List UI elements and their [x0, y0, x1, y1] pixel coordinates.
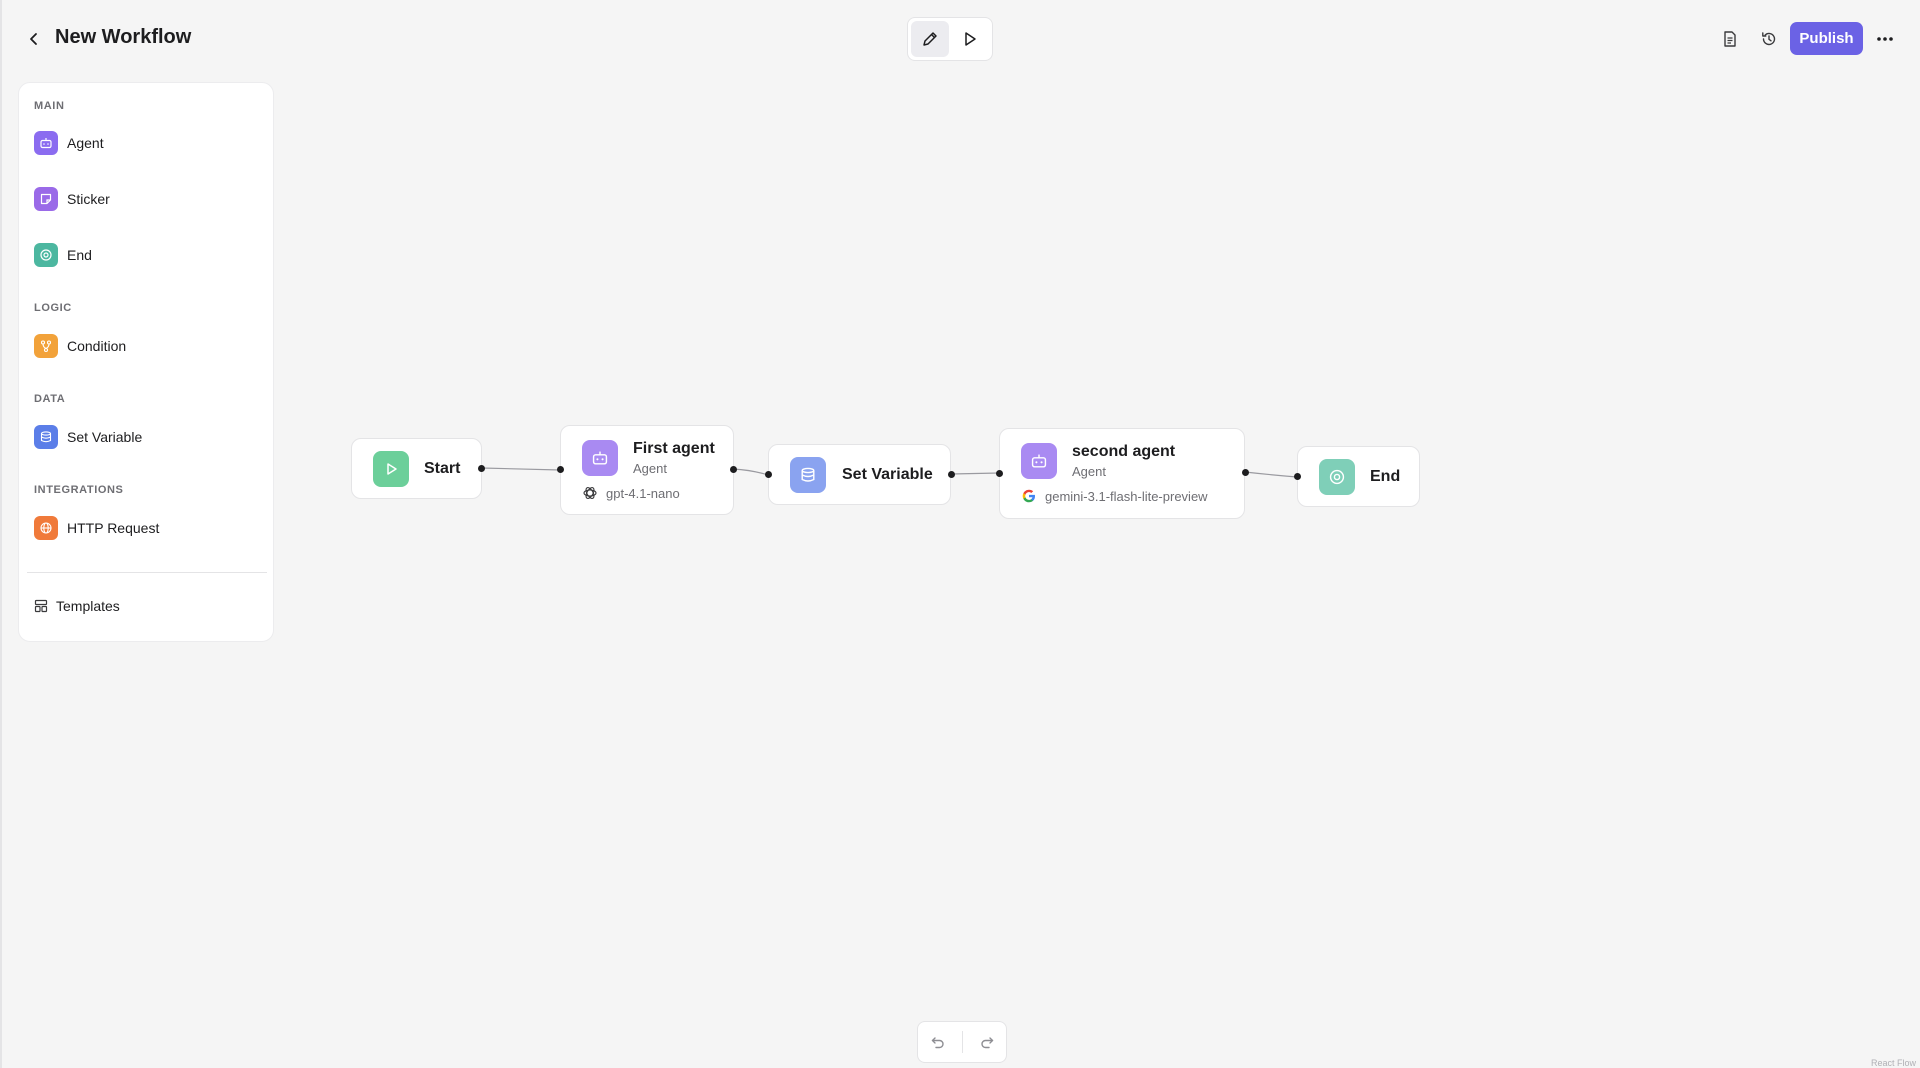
handle-start-source[interactable]	[478, 465, 485, 472]
edge-first-agent-set-variable	[732, 468, 769, 476]
database-icon	[790, 457, 826, 493]
divider	[961, 1031, 963, 1053]
handle-first-agent-source[interactable]	[730, 466, 737, 473]
history-button[interactable]	[1753, 24, 1785, 54]
header: New Workflow Publish	[2, 0, 1920, 78]
handle-second-agent-source[interactable]	[1242, 469, 1249, 476]
edit-mode-button[interactable]	[911, 21, 949, 57]
docs-button[interactable]	[1714, 24, 1746, 54]
model-name: gpt-4.1-nano	[606, 485, 680, 501]
section-label-main: MAIN	[34, 100, 65, 112]
mode-toggle	[907, 17, 993, 61]
palette-item-sticker[interactable]: Sticker	[34, 182, 260, 216]
palette-item-label: Sticker	[67, 191, 110, 207]
redo-icon	[980, 1037, 993, 1049]
palette-item-agent[interactable]: Agent	[34, 126, 260, 160]
more-button[interactable]	[1869, 24, 1901, 54]
chevron-left-icon	[30, 33, 37, 45]
history-icon	[1762, 32, 1776, 46]
node-end[interactable]: End	[1297, 446, 1420, 507]
handle-set-variable-source[interactable]	[948, 471, 955, 478]
robot-icon	[582, 440, 618, 476]
palette-item-label: End	[67, 247, 92, 263]
palette-item-end[interactable]: End	[34, 238, 260, 272]
target-icon	[34, 243, 58, 267]
undo-button[interactable]	[923, 1027, 953, 1057]
database-icon	[34, 425, 58, 449]
node-title: Set Variable	[842, 466, 933, 483]
google-icon	[1022, 489, 1035, 503]
palette-item-label: Condition	[67, 338, 127, 354]
node-palette: MAIN Agent Sticker End LOGIC Condition D…	[18, 82, 274, 642]
node-first-agent[interactable]: First agent Agent gpt-4.1-nano	[560, 425, 734, 515]
divider	[27, 572, 267, 573]
templates-icon	[34, 599, 48, 613]
node-model: gpt-4.1-nano	[582, 485, 680, 501]
handle-set-variable-target[interactable]	[765, 471, 772, 478]
node-title: second agent	[1072, 443, 1176, 460]
handle-first-agent-target[interactable]	[557, 466, 564, 473]
node-title: First agent	[633, 440, 715, 457]
palette-item-label: HTTP Request	[67, 520, 160, 536]
node-second-agent[interactable]: second agent Agent gemini-3.1-flash-lite…	[999, 428, 1245, 519]
palette-item-label: Set Variable	[67, 429, 143, 445]
palette-item-condition[interactable]: Condition	[34, 329, 260, 363]
workflow-title: New Workflow	[55, 26, 192, 48]
edges-layer	[481, 467, 1298, 478]
node-set-variable[interactable]: Set Variable	[768, 444, 951, 505]
openai-icon	[583, 487, 597, 499]
pencil-icon	[923, 32, 937, 46]
section-label-integrations: INTEGRATIONS	[34, 484, 124, 496]
templates-link[interactable]: Templates	[34, 589, 260, 623]
handle-second-agent-target[interactable]	[996, 470, 1003, 477]
globe-icon	[34, 516, 58, 540]
palette-item-http-request[interactable]: HTTP Request	[34, 511, 260, 545]
templates-label: Templates	[56, 598, 120, 614]
node-start[interactable]: Start	[351, 438, 482, 499]
node-title: End	[1370, 468, 1401, 485]
undo-icon	[931, 1037, 944, 1049]
node-title: Start	[424, 460, 461, 477]
section-label-logic: LOGIC	[34, 302, 72, 314]
publish-button[interactable]: Publish	[1790, 22, 1863, 55]
node-type: Agent	[1072, 464, 1106, 479]
edge-set-variable-second-agent	[950, 472, 1000, 475]
node-type: Agent	[633, 461, 667, 476]
model-name: gemini-3.1-flash-lite-preview	[1045, 488, 1208, 504]
target-icon	[1319, 459, 1355, 495]
section-label-data: DATA	[34, 393, 66, 405]
sticker-icon	[34, 187, 58, 211]
handle-end-target[interactable]	[1294, 473, 1301, 480]
branch-icon	[34, 334, 58, 358]
play-icon	[373, 451, 409, 487]
palette-item-label: Agent	[67, 135, 104, 151]
canvas-attribution: React Flow	[1870, 1058, 1916, 1068]
palette-item-set-variable[interactable]: Set Variable	[34, 420, 260, 454]
edge-second-agent-end	[1244, 471, 1298, 478]
document-icon	[1724, 31, 1736, 47]
robot-icon	[1021, 443, 1057, 479]
undo-redo-bar	[917, 1021, 1007, 1063]
redo-button[interactable]	[972, 1027, 1002, 1057]
play-icon	[965, 32, 976, 46]
back-button[interactable]	[20, 24, 48, 54]
robot-icon	[34, 131, 58, 155]
workflow-canvas: Start First agent Agent gpt-4.1-nano Set…	[2, 0, 1920, 1068]
run-mode-button[interactable]	[951, 21, 989, 57]
more-horizontal-icon	[1877, 37, 1893, 41]
node-model: gemini-3.1-flash-lite-preview	[1021, 488, 1208, 504]
edge-start-first-agent	[481, 467, 561, 471]
workflow-editor: New Workflow Publish MAIN Agent Sticker …	[0, 0, 1920, 1068]
